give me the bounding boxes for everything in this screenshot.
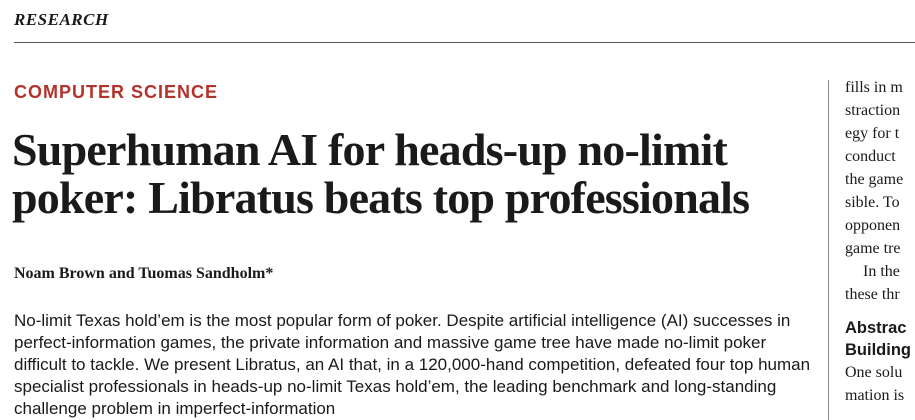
- body-line: In the: [863, 263, 900, 280]
- right-column-text: fills in m straction egy for t conduct t…: [845, 76, 915, 407]
- body-line: mation is: [845, 387, 905, 404]
- authors-line: Noam Brown and Tuomas Sandholm*: [14, 265, 274, 282]
- body-line: One solu: [845, 364, 903, 381]
- body-line: conduct: [845, 148, 896, 165]
- body-line: the game: [845, 171, 904, 188]
- header-divider: [14, 42, 915, 43]
- body-line: these thr: [845, 286, 900, 303]
- body-line: opponen: [845, 217, 901, 234]
- category-label: COMPUTER SCIENCE: [14, 82, 219, 102]
- column-divider: [828, 80, 829, 420]
- section-header: RESEARCH: [14, 10, 109, 29]
- article-title: Superhuman AI for heads-up no-limit poke…: [12, 124, 750, 223]
- body-line: sible. To: [845, 194, 900, 211]
- subsection-heading: Abstrac: [845, 319, 907, 337]
- subsection-heading: Building: [845, 341, 911, 359]
- body-line: egy for t: [845, 125, 900, 142]
- abstract-text: No-limit Texas hold’em is the most popul…: [14, 311, 811, 418]
- body-line: straction: [845, 102, 901, 119]
- body-line: game tre: [845, 240, 901, 257]
- body-line: fills in m: [845, 79, 903, 96]
